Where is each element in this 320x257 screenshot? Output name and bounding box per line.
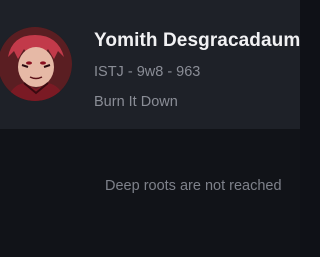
profile-status: Burn It Down (94, 94, 178, 110)
empty-feed-message: Deep roots are not reached (105, 178, 282, 194)
profile-name: Yomith Desgracadaum (94, 30, 300, 51)
profile-header[interactable]: Yomith Desgracadaum ISTJ - 9w8 - 963 Bur… (0, 0, 300, 129)
personality-type: ISTJ - 9w8 - 963 (94, 64, 201, 80)
profile-screen: Yomith Desgracadaum ISTJ - 9w8 - 963 Bur… (0, 0, 300, 257)
avatar-image-icon (0, 27, 72, 101)
avatar[interactable] (0, 27, 72, 101)
